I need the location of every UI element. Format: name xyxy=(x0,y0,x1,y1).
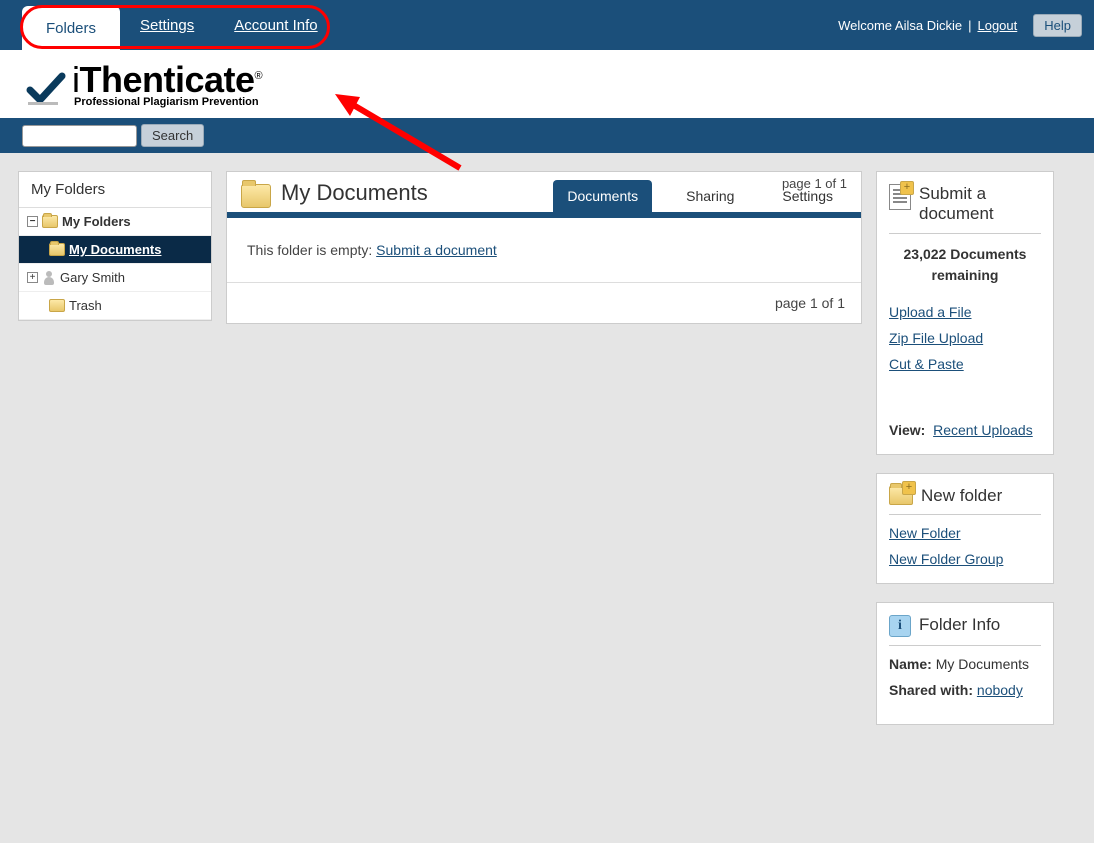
expand-icon[interactable]: + xyxy=(27,272,38,283)
zip-upload-link[interactable]: Zip File Upload xyxy=(889,330,1041,346)
folder-name-row: Name: My Documents xyxy=(889,656,1041,672)
main-header: My Documents page 1 of 1 Documents Shari… xyxy=(227,172,861,218)
checkmark-icon xyxy=(26,70,66,108)
new-folder-group-link[interactable]: New Folder Group xyxy=(889,551,1041,567)
card-title: Submit a document xyxy=(919,184,1041,225)
folder-shared-row: Shared with: nobody xyxy=(889,682,1041,698)
tree-item-gary-smith[interactable]: + Gary Smith xyxy=(19,264,211,292)
logout-link[interactable]: Logout xyxy=(977,18,1017,33)
submit-document-link[interactable]: Submit a document xyxy=(376,242,497,258)
content-area: My Folders − My Folders My Documents + G… xyxy=(0,153,1094,843)
main-panel: My Documents page 1 of 1 Documents Shari… xyxy=(226,171,862,324)
help-button[interactable]: Help xyxy=(1033,14,1082,37)
search-button[interactable]: Search xyxy=(141,124,204,147)
tree-label: Trash xyxy=(69,298,102,313)
nav-tab-settings[interactable]: Settings xyxy=(120,9,214,42)
folder-large-icon xyxy=(241,184,271,208)
page-title: My Documents xyxy=(281,180,553,212)
nav-tab-account-info[interactable]: Account Info xyxy=(214,9,337,42)
folder-sidebar: My Folders − My Folders My Documents + G… xyxy=(18,171,212,321)
logo-bar: iThenticate® Professional Plagiarism Pre… xyxy=(0,50,1094,118)
info-icon: i xyxy=(889,615,911,637)
logo: iThenticate® Professional Plagiarism Pre… xyxy=(26,62,262,108)
right-column: Submit a document 23,022 Documents remai… xyxy=(876,171,1054,725)
logo-text: iThenticate® xyxy=(72,62,262,98)
new-folder-card: New folder New Folder New Folder Group xyxy=(876,473,1054,584)
documents-remaining: 23,022 Documents remaining xyxy=(889,244,1041,286)
empty-folder-message: This folder is empty: Submit a document xyxy=(227,218,861,283)
recent-uploads-link[interactable]: Recent Uploads xyxy=(933,422,1033,438)
view-row: View: Recent Uploads xyxy=(889,422,1041,438)
upload-file-link[interactable]: Upload a File xyxy=(889,304,1041,320)
welcome-text: Welcome Ailsa Dickie xyxy=(838,18,962,33)
card-title: Folder Info xyxy=(919,615,1000,635)
top-right-user: Welcome Ailsa Dickie | Logout Help xyxy=(838,14,1082,37)
tree-label: Gary Smith xyxy=(60,270,125,285)
cut-paste-link[interactable]: Cut & Paste xyxy=(889,356,1041,372)
submit-document-card: Submit a document 23,022 Documents remai… xyxy=(876,171,1054,455)
tree-label: My Documents xyxy=(69,242,161,257)
folder-open-icon xyxy=(49,243,65,256)
tree-root-my-folders[interactable]: − My Folders xyxy=(19,208,211,236)
search-input[interactable] xyxy=(22,125,137,147)
folder-add-icon xyxy=(889,486,913,505)
top-nav-bar: Folders Settings Account Info Welcome Ai… xyxy=(0,0,1094,50)
tree-item-my-documents[interactable]: My Documents xyxy=(19,236,211,264)
tab-sharing[interactable]: Sharing xyxy=(672,180,748,212)
new-folder-link[interactable]: New Folder xyxy=(889,525,1041,541)
nav-tab-folders[interactable]: Folders xyxy=(22,6,120,51)
person-icon xyxy=(42,271,56,285)
page-info-bottom: page 1 of 1 xyxy=(227,283,861,323)
tree-label: My Folders xyxy=(62,214,131,229)
page-info-top: page 1 of 1 xyxy=(782,176,847,191)
tab-documents[interactable]: Documents xyxy=(553,180,652,212)
separator: | xyxy=(968,18,971,33)
logo-tagline: Professional Plagiarism Prevention xyxy=(74,96,262,108)
nav-tabs: Folders Settings Account Info xyxy=(22,0,338,51)
card-title: New folder xyxy=(921,486,1002,506)
collapse-icon[interactable]: − xyxy=(27,216,38,227)
sidebar-header: My Folders xyxy=(19,172,211,208)
search-bar: Search xyxy=(0,118,1094,153)
folder-icon xyxy=(49,299,65,312)
folder-icon xyxy=(42,215,58,228)
tree-item-trash[interactable]: Trash xyxy=(19,292,211,320)
document-add-icon xyxy=(889,184,911,210)
folder-info-card: i Folder Info Name: My Documents Shared … xyxy=(876,602,1054,725)
shared-with-link[interactable]: nobody xyxy=(977,682,1023,698)
